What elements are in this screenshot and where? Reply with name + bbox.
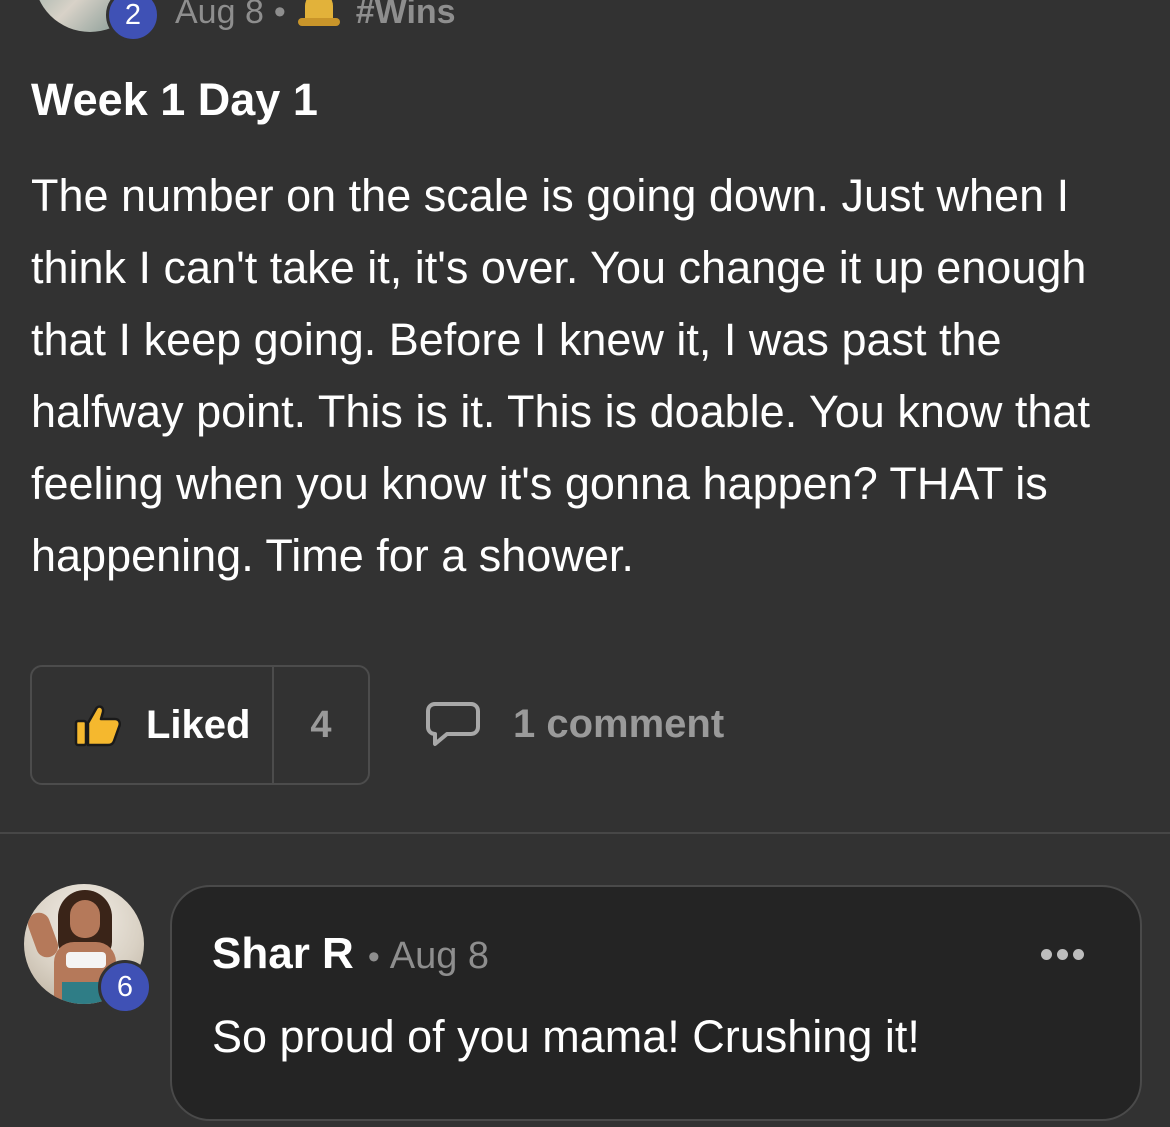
speech-bubble-icon <box>426 702 480 746</box>
thumbs-up-icon <box>74 705 122 747</box>
post-title: Week 1 Day 1 <box>31 74 318 125</box>
community-post-page: 2 Aug 8 • #Wins Week 1 Day 1 The number … <box>0 0 1170 1127</box>
like-count: 4 <box>310 703 332 746</box>
section-divider <box>0 832 1170 834</box>
post-category-tag[interactable]: #Wins <box>356 0 456 32</box>
bell-icon <box>296 0 342 32</box>
meta-separator: • <box>273 0 286 31</box>
post-author-level-badge: 2 <box>106 0 160 42</box>
comment-count-label: 1 comment <box>513 701 725 746</box>
comment-button[interactable]: 1 comment <box>425 700 724 748</box>
more-dots-icon[interactable] <box>1041 949 1084 960</box>
like-group: Liked 4 <box>30 665 370 785</box>
commenter-level-badge: 6 <box>98 960 152 1014</box>
comment-card: Shar R • Aug 8 So proud of you mama! Cru… <box>170 885 1142 1121</box>
post-date: Aug 8 <box>175 0 264 31</box>
post-author-level: 2 <box>124 0 142 31</box>
post-header: 2 Aug 8 • #Wins <box>0 0 1170 42</box>
comment-meta-separator: • <box>367 938 380 976</box>
comment-text: So proud of you mama! Crushing it! <box>212 1011 920 1062</box>
like-count-button[interactable]: 4 <box>274 667 368 783</box>
commenter-name[interactable]: Shar R <box>212 929 354 979</box>
like-label: Liked <box>146 702 251 747</box>
post-meta: Aug 8 • #Wins <box>175 0 456 32</box>
like-button[interactable]: Liked <box>32 667 274 783</box>
commenter-level: 6 <box>116 970 134 1003</box>
post-body: The number on the scale is going down. J… <box>31 170 1090 581</box>
comment-header: Shar R • Aug 8 <box>212 929 489 979</box>
comment-date: Aug 8 <box>389 935 490 977</box>
